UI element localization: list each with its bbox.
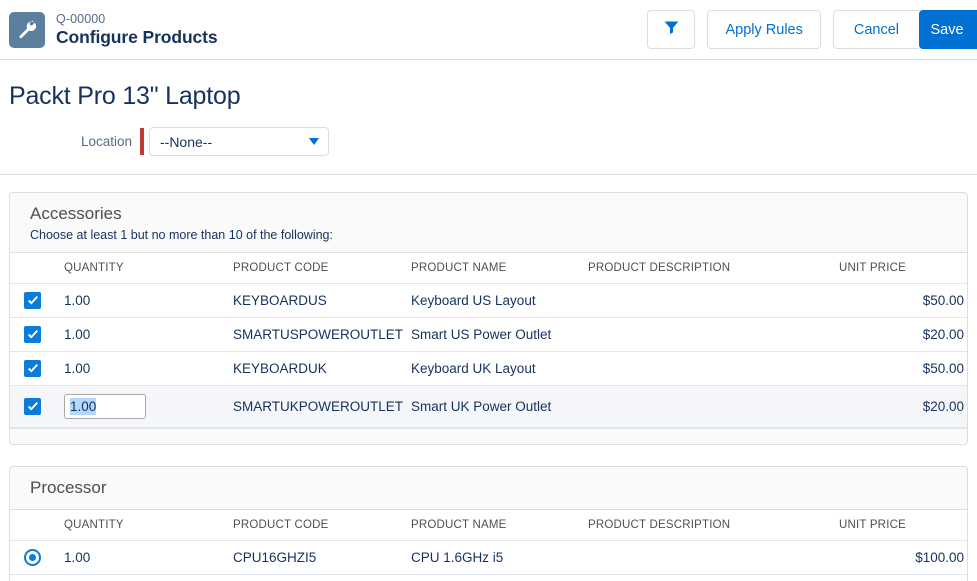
table-row: 1.00 KEYBOARDUS Keyboard US Layout $50.0…: [10, 283, 967, 319]
section-header-accessories: Accessories Choose at least 1 but no mor…: [10, 193, 967, 254]
row-quantity-cell[interactable]: 1.00: [55, 385, 233, 429]
chevron-down-icon: [309, 138, 319, 145]
row-unit-price: $375.00: [839, 574, 967, 581]
checkbox-icon[interactable]: [24, 326, 41, 344]
wrench-icon: [9, 11, 45, 48]
row-product-description: [588, 574, 839, 581]
row-unit-price: $100.00: [839, 540, 967, 576]
table-row: 1.00 SMARTUSPOWEROUTLET Smart US Power O…: [10, 317, 967, 353]
filter-icon: [664, 21, 679, 38]
required-indicator: [140, 128, 144, 155]
row-product-description: [588, 317, 839, 353]
table-row: 1.00 CPU16GHZI5 CPU 1.6GHz i5 $100.00: [10, 540, 967, 576]
column-header-product-description: PRODUCT DESCRIPTION: [588, 253, 839, 285]
section-title: Processor: [30, 478, 107, 498]
options-table-accessories: QUANTITY PRODUCT CODE PRODUCT NAME PRODU…: [10, 253, 967, 429]
option-section-accessories: Accessories Choose at least 1 but no mor…: [9, 192, 968, 446]
quantity-input[interactable]: 1.00: [64, 394, 146, 420]
location-picklist-value: --None--: [160, 133, 213, 150]
apply-rules-button[interactable]: Apply Rules: [707, 10, 821, 49]
row-product-code: SMARTUKPOWEROUTLET: [233, 385, 411, 429]
row-select-cell[interactable]: [10, 283, 55, 319]
table-row: 1.00 CPU28GHZI7 CPU 2.8GHz i7 $375.00: [10, 574, 967, 581]
row-quantity[interactable]: 1.00: [55, 540, 233, 576]
section-title: Accessories: [30, 204, 122, 223]
row-quantity[interactable]: 1.00: [55, 283, 233, 319]
row-product-name: Keyboard UK Layout: [411, 351, 588, 387]
row-product-name: Smart UK Power Outlet: [411, 385, 588, 429]
options-table-processor: QUANTITY PRODUCT CODE PRODUCT NAME PRODU…: [10, 510, 967, 581]
row-product-description: [588, 385, 839, 429]
row-product-code: CPU16GHZI5: [233, 540, 411, 576]
product-title-row: Packt Pro 13" Laptop: [0, 60, 977, 111]
cancel-button[interactable]: Cancel: [832, 10, 919, 49]
row-product-name: Keyboard US Layout: [411, 283, 588, 319]
product-title: Packt Pro 13" Laptop: [9, 82, 241, 110]
row-select-cell[interactable]: [10, 540, 55, 576]
row-unit-price: $50.00: [839, 351, 967, 387]
location-picklist[interactable]: --None--: [149, 127, 329, 156]
column-header-product-code: PRODUCT CODE: [233, 510, 411, 542]
row-product-code: CPU28GHZI7: [233, 574, 411, 581]
filter-button[interactable]: [647, 10, 696, 49]
row-select-cell[interactable]: [10, 574, 55, 581]
location-picklist-wrap: --None--: [140, 127, 329, 156]
row-unit-price: $50.00: [839, 283, 967, 319]
header-titles: Q-00000 Configure Products: [56, 12, 218, 48]
option-section-processor: Processor QUANTITY PRODUCT CODE PRODUCT …: [9, 466, 968, 581]
row-quantity[interactable]: 1.00: [55, 351, 233, 387]
column-header-product-code: PRODUCT CODE: [233, 253, 411, 285]
checkbox-icon[interactable]: [24, 360, 41, 378]
column-header-select: [10, 253, 55, 285]
row-quantity[interactable]: 1.00: [55, 574, 233, 581]
row-select-cell[interactable]: [10, 317, 55, 353]
table-row: 1.00 SMARTUKPOWEROUTLET Smart UK Power O…: [10, 385, 967, 429]
row-unit-price: $20.00: [839, 385, 967, 429]
column-header-quantity: QUANTITY: [55, 510, 233, 542]
table-header-row: QUANTITY PRODUCT CODE PRODUCT NAME PRODU…: [10, 510, 967, 542]
row-quantity[interactable]: 1.00: [55, 317, 233, 353]
table-row: 1.00 KEYBOARDUK Keyboard UK Layout $50.0…: [10, 351, 967, 387]
section-header-processor: Processor: [10, 467, 967, 511]
row-product-name: CPU 1.6GHz i5: [411, 540, 588, 576]
section-subtitle: Choose at least 1 but no more than 10 of…: [30, 228, 333, 243]
row-product-description: [588, 540, 839, 576]
column-header-select: [10, 510, 55, 542]
column-header-quantity: QUANTITY: [55, 253, 233, 285]
checkbox-icon[interactable]: [24, 292, 41, 310]
save-cancel-button-group: Cancel Save: [832, 10, 977, 49]
column-header-unit-price: UNIT PRICE: [839, 253, 967, 285]
row-product-name: CPU 2.8GHz i7: [411, 574, 588, 581]
header-identity: Q-00000 Configure Products: [9, 11, 218, 48]
page-title: Configure Products: [56, 27, 218, 48]
column-header-product-description: PRODUCT DESCRIPTION: [588, 510, 839, 542]
row-select-cell[interactable]: [10, 385, 55, 429]
location-label: Location: [80, 134, 132, 149]
configuration-sections: Accessories Choose at least 1 but no mor…: [0, 175, 977, 581]
quantity-input-value: 1.00: [70, 398, 97, 416]
page-header: Q-00000 Configure Products Apply Rules C…: [0, 0, 977, 60]
radio-button-icon[interactable]: [24, 549, 41, 567]
section-footer: [10, 428, 967, 445]
row-unit-price: $20.00: [839, 317, 967, 353]
column-header-unit-price: UNIT PRICE: [839, 510, 967, 542]
row-product-description: [588, 283, 839, 319]
row-product-code: KEYBOARDUS: [233, 283, 411, 319]
column-header-product-name: PRODUCT NAME: [411, 253, 588, 285]
checkbox-icon[interactable]: [24, 398, 41, 416]
row-product-code: KEYBOARDUK: [233, 351, 411, 387]
row-product-description: [588, 351, 839, 387]
record-id: Q-00000: [56, 11, 106, 26]
column-header-product-name: PRODUCT NAME: [411, 510, 588, 542]
row-product-name: Smart US Power Outlet: [411, 317, 588, 353]
table-header-row: QUANTITY PRODUCT CODE PRODUCT NAME PRODU…: [10, 253, 967, 285]
location-field-row: Location --None--: [0, 111, 977, 175]
save-button[interactable]: Save: [919, 10, 977, 49]
header-actions: Apply Rules Cancel Save: [647, 10, 977, 49]
row-product-code: SMARTUSPOWEROUTLET: [233, 317, 411, 353]
row-select-cell[interactable]: [10, 351, 55, 387]
